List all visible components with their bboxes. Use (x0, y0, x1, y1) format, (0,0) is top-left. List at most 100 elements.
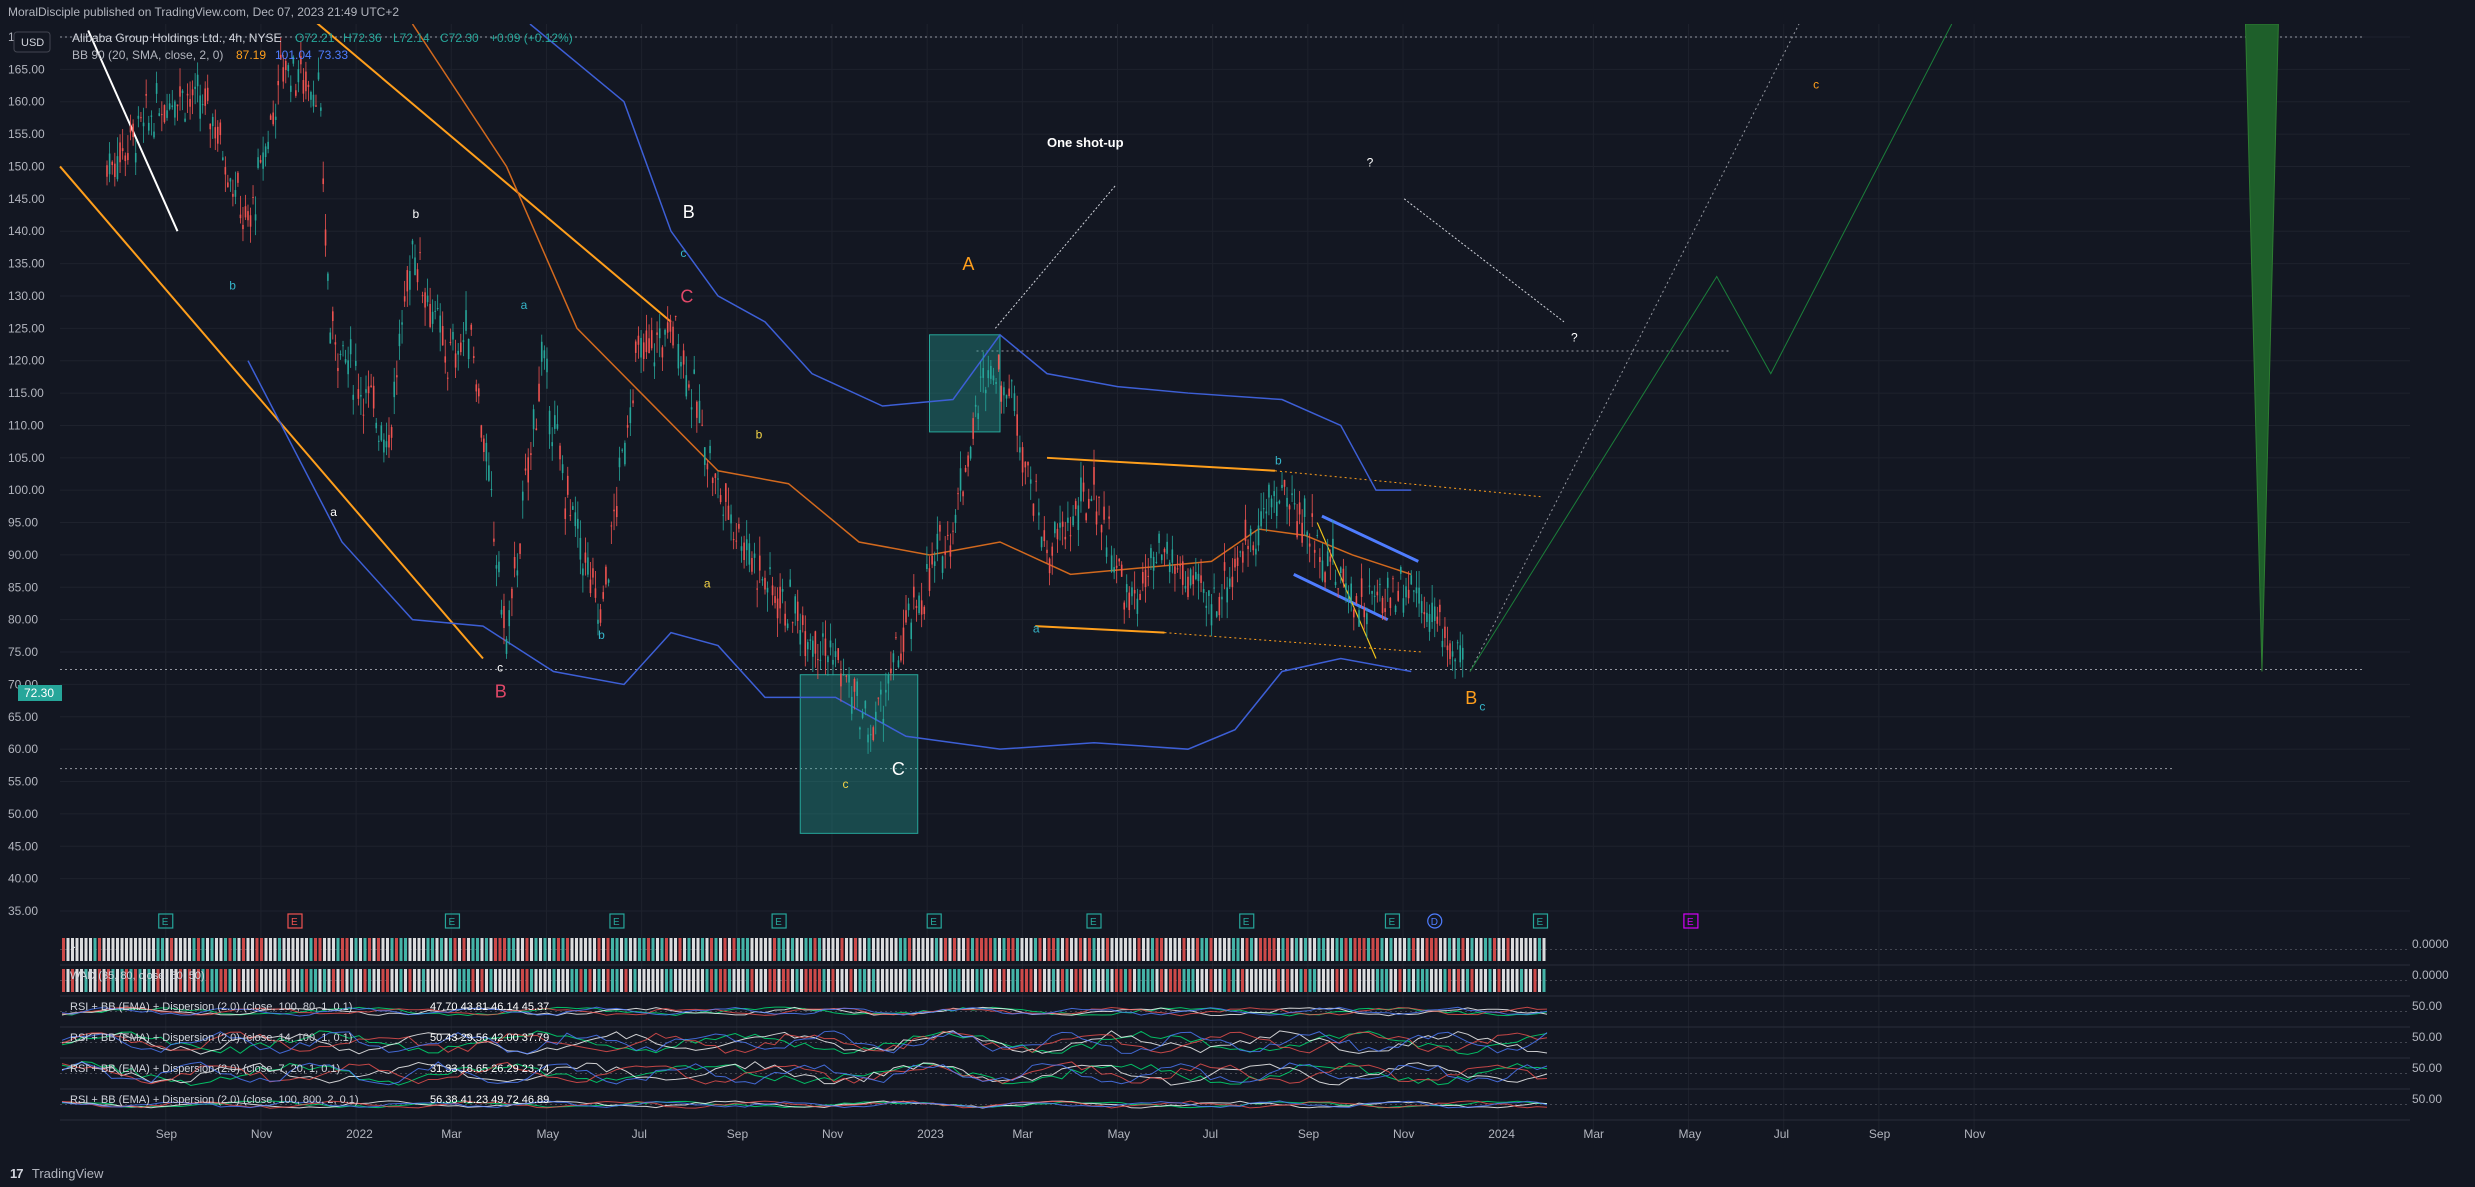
candle-body (383, 439, 385, 453)
pane-bar (930, 938, 934, 961)
time-axis[interactable]: Sep Nov 2022 Mar May Jul Sep Nov 2023 Mar May Jul Se… (156, 1127, 1986, 1141)
pane-bar (534, 938, 538, 961)
pane-bar (674, 969, 677, 992)
y-tick-label: 150.00 (8, 159, 45, 173)
pane-bar (116, 938, 119, 961)
pane-bar (1173, 938, 1177, 961)
pane-label: RSI + BB (EMA) + Dispersion (2.0) (close… (70, 1063, 340, 1075)
earnings-marker-label: E (930, 917, 937, 928)
candle-body (992, 375, 995, 381)
pane-bar (863, 969, 866, 992)
candle-body (848, 674, 850, 683)
y-tick-label: 80.00 (8, 613, 38, 627)
pane-bar (723, 938, 727, 961)
pane-bar (980, 938, 983, 961)
pane-bar (723, 969, 727, 992)
pane-bar (1011, 969, 1015, 992)
candle-body (577, 518, 579, 529)
pane-bar (966, 938, 970, 961)
pane-bar (354, 969, 358, 992)
y-tick-label: 50.00 (8, 807, 38, 821)
candle-body (1110, 555, 1113, 572)
candle-body (521, 491, 524, 501)
pane-bar (1097, 969, 1100, 992)
candle-body (807, 642, 809, 650)
candle-body (327, 273, 329, 281)
pane-bar (764, 938, 767, 961)
pane-bar (629, 969, 632, 992)
candle-body (730, 514, 732, 524)
pane-bar (575, 969, 578, 992)
pane-bar (984, 938, 988, 961)
candle-body (926, 563, 928, 569)
candle-body (1410, 575, 1413, 585)
pane-bar (327, 969, 331, 992)
pane-bar (413, 969, 416, 992)
candle-body (1273, 491, 1275, 497)
candle-body (168, 103, 171, 110)
candle-body (498, 561, 500, 573)
candle-body (334, 342, 337, 345)
pane-bar (291, 969, 295, 992)
pane-bar (624, 938, 628, 961)
candle-body (902, 627, 905, 652)
candle-body (874, 711, 877, 721)
pane-bar (1479, 969, 1483, 992)
candle-body (791, 622, 794, 624)
candle-body (1013, 393, 1016, 412)
pane-bar (350, 969, 353, 992)
pane-bar (1286, 969, 1289, 992)
candle-body (674, 315, 677, 318)
candle-body (1074, 501, 1077, 510)
pane-bar (962, 938, 965, 961)
pane-bar (719, 969, 722, 992)
pane-bar (1182, 938, 1186, 961)
pane-bar (183, 938, 187, 961)
pane-bar (777, 969, 781, 992)
pane-bar (246, 938, 250, 961)
pane-bar (368, 938, 371, 961)
pane-bar (210, 938, 214, 961)
candle-body (310, 91, 312, 100)
candle-body (974, 404, 977, 407)
candle-body (693, 369, 696, 374)
pane-bar (570, 938, 574, 961)
y-tick-label: 35.00 (8, 904, 38, 918)
pane-bar (1421, 938, 1424, 961)
candle-body (982, 368, 985, 378)
candle-body (1158, 533, 1160, 543)
pane-bar (800, 938, 803, 961)
pane-bar (678, 938, 682, 961)
pane-bar (404, 969, 407, 992)
pane-bar (498, 938, 502, 961)
candle-body (1103, 506, 1105, 520)
candle-body (1093, 467, 1095, 485)
candle-body (1436, 616, 1439, 624)
pane-bar (1353, 938, 1357, 961)
pane-bar (1043, 969, 1046, 992)
pane-bar (840, 969, 844, 992)
pane-bar (1421, 969, 1424, 992)
price-axis[interactable]: 170.00165.00160.00155.00150.00145.00140.… (8, 30, 45, 918)
candle-body (698, 400, 701, 424)
candle-body (887, 674, 890, 684)
candle-body (1413, 590, 1415, 592)
pane-bar (1367, 969, 1370, 992)
pane-label: ... (70, 939, 79, 951)
pane-bar (759, 938, 763, 961)
pane-bar (912, 969, 916, 992)
candle-body (559, 445, 561, 460)
pane-bar (620, 969, 623, 992)
pane-bar (516, 969, 520, 992)
pane-bar (858, 969, 862, 992)
candle-body (1363, 608, 1366, 618)
pane-bar (1133, 969, 1136, 992)
candle-body (1051, 546, 1054, 556)
pane-bar (1223, 938, 1226, 961)
price-chart[interactable]: One shot-up??ABcBCCBbbacacbabcabc EEEEEE… (0, 3, 2475, 1161)
wave-label: b (413, 207, 420, 221)
candle-body (1407, 589, 1410, 599)
pane-bar (651, 969, 655, 992)
chart-area[interactable]: One shot-up?? A Bc B C C Bb b a c a c b a b c a b c EEEEEE… (0, 3, 2475, 1161)
candle-body (229, 178, 232, 182)
